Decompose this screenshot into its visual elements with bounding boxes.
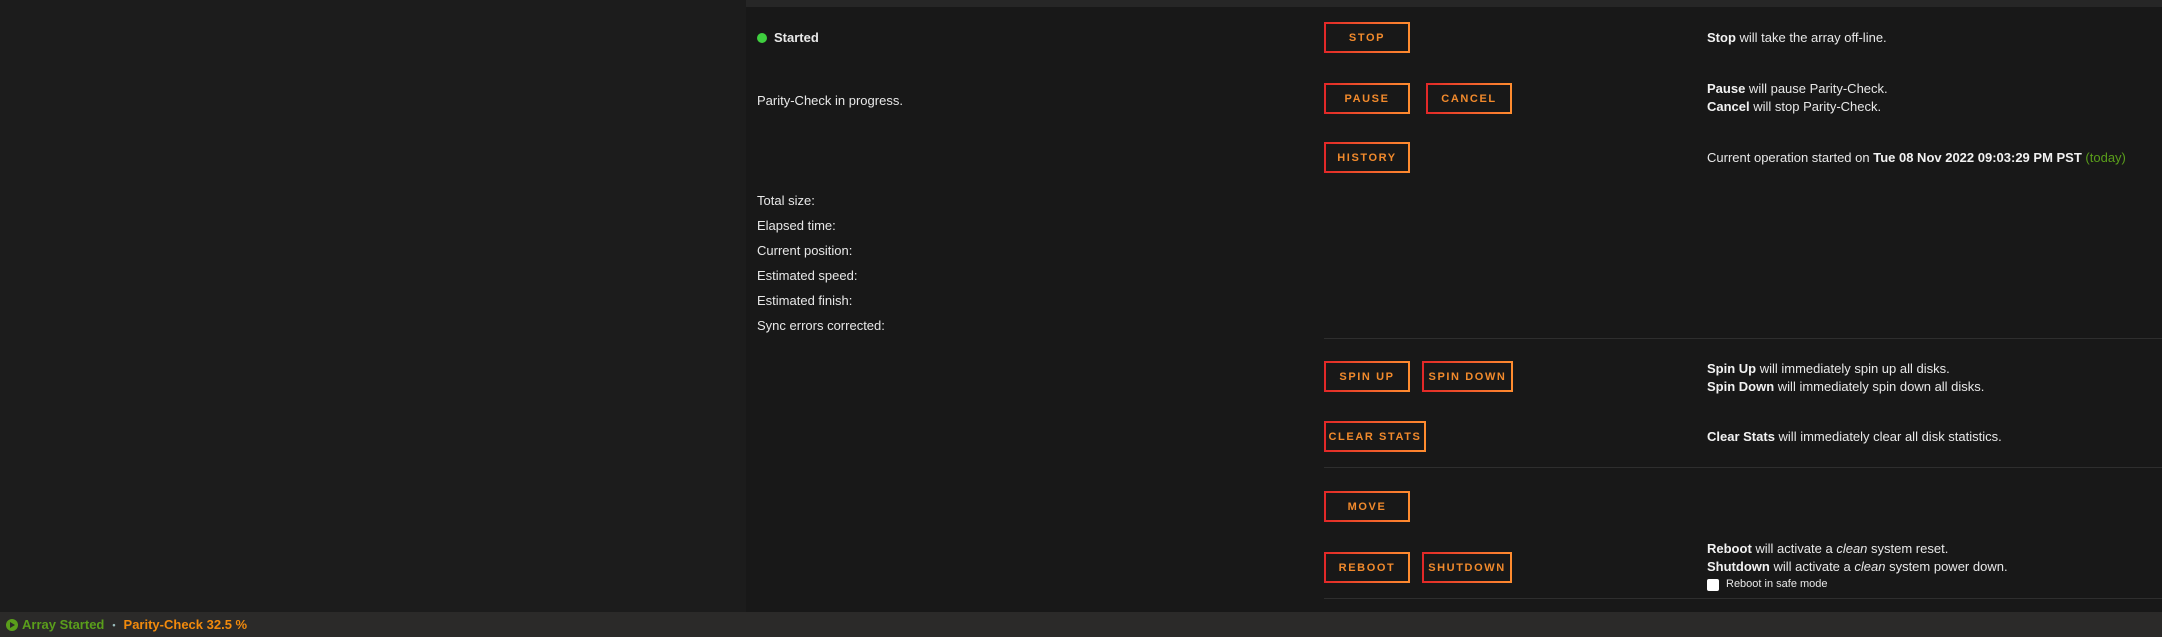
shutdown-description: Shutdown will activate a clean system po…: [1707, 559, 2008, 574]
today-label: (today): [2085, 150, 2126, 165]
spin-up-description: Spin Up will immediately spin up all dis…: [1707, 361, 1950, 376]
divider: [1324, 467, 2162, 468]
safe-mode-checkbox[interactable]: [1707, 579, 1719, 591]
stat-label: Estimated speed:: [757, 268, 858, 283]
stat-label: Current position:: [757, 243, 853, 258]
parity-progress: Parity-Check 32.5 %: [123, 617, 248, 632]
reboot-description: Reboot will activate a clean system rese…: [1707, 541, 1949, 556]
top-strip: [746, 0, 2162, 7]
move-button[interactable]: MOVE: [1324, 491, 1410, 522]
spin-down-button[interactable]: SPIN DOWN: [1422, 361, 1513, 392]
cancel-description: Cancel will stop Parity-Check.: [1707, 99, 1882, 114]
divider: [1324, 598, 2162, 599]
status-bar: Array Started • Parity-Check 32.5 %: [0, 612, 2162, 637]
operation-status: Parity-Check in progress.: [757, 93, 903, 108]
status-dot-icon: [757, 33, 767, 43]
history-description: Current operation started on Tue 08 Nov …: [1707, 150, 2126, 165]
stop-button[interactable]: STOP: [1324, 22, 1410, 53]
pause-button[interactable]: PAUSE: [1324, 83, 1410, 114]
divider: [1324, 338, 2162, 339]
clear-stats-description: Clear Stats will immediately clear all d…: [1707, 429, 2002, 444]
play-circle-icon: [6, 618, 18, 631]
safe-mode-label[interactable]: Reboot in safe mode: [1726, 578, 1828, 590]
pause-description: Pause will pause Parity-Check.: [1707, 81, 1888, 96]
separator: •: [112, 619, 116, 630]
history-button[interactable]: HISTORY: [1324, 142, 1410, 173]
cancel-button[interactable]: CANCEL: [1426, 83, 1512, 114]
reboot-button[interactable]: REBOOT: [1324, 552, 1410, 583]
spin-up-button[interactable]: SPIN UP: [1324, 361, 1410, 392]
clear-stats-button[interactable]: CLEAR STATS: [1324, 421, 1426, 452]
shutdown-button[interactable]: SHUTDOWN: [1422, 552, 1512, 583]
array-state: Started: [774, 30, 819, 45]
array-status: Array Started: [22, 617, 105, 632]
stop-description: Stop will take the array off-line.: [1707, 30, 1887, 45]
stat-label: Estimated finish:: [757, 293, 853, 308]
stat-label: Elapsed time:: [757, 218, 836, 233]
stat-label: Total size:: [757, 193, 815, 208]
stat-label: Sync errors corrected:: [757, 318, 885, 333]
spin-down-description: Spin Down will immediately spin down all…: [1707, 379, 1985, 394]
